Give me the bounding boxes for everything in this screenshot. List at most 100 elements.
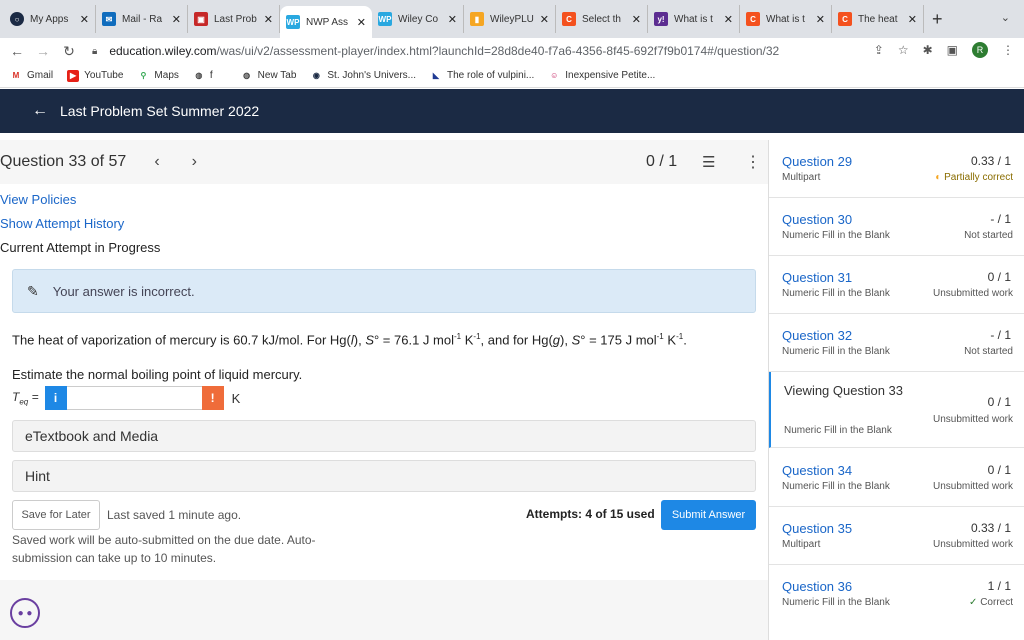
close-icon[interactable]: ✕: [264, 13, 273, 26]
bookmark-youtube[interactable]: ▶ YouTube: [67, 69, 123, 82]
close-icon[interactable]: ✕: [357, 16, 366, 29]
c-icon: C: [838, 12, 852, 26]
sidebar-item-question-34[interactable]: Question 34 Numeric Fill in the Blank 0 / …: [769, 449, 1024, 507]
close-icon[interactable]: ✕: [816, 13, 825, 26]
sidebar-item-question-36[interactable]: Question 36 Numeric Fill in the Blank 1 / …: [769, 565, 1024, 623]
ring-icon: ○: [10, 12, 24, 26]
tab-my-apps[interactable]: ○ My Apps ✕: [4, 5, 96, 33]
teq-label: Teq =: [12, 389, 39, 407]
sidebar-item-question-35[interactable]: Question 35 Multipart 0.33 / 1 Unsubmitted …: [769, 507, 1024, 565]
close-icon[interactable]: ✕: [80, 13, 89, 26]
mail-icon: ✉: [102, 12, 116, 26]
tab-mail[interactable]: ✉ Mail - Ra ✕: [96, 5, 188, 33]
last-saved-status: Last saved 1 minute ago.: [107, 508, 242, 522]
question-title: Question 33 of 57: [0, 153, 127, 170]
back-icon[interactable]: ←: [4, 43, 30, 59]
back-arrow-icon[interactable]: ←: [32, 102, 48, 120]
close-icon[interactable]: ✕: [632, 13, 641, 26]
hint-panel[interactable]: Hint: [12, 460, 756, 492]
cookie-icon[interactable]: ● ●: [10, 598, 40, 628]
attempt-history-link[interactable]: Show Attempt History: [0, 216, 124, 231]
tab-last-problem[interactable]: ▣ Last Prob ✕: [188, 5, 280, 33]
tab-wiley-co[interactable]: WP Wiley Co ✕: [372, 5, 464, 33]
tab-the-heat[interactable]: C The heat ✕: [832, 5, 924, 33]
url-field[interactable]: education.wiley.com/was/ui/v2/assessment…: [109, 44, 779, 58]
sidebar-item-question-30[interactable]: Question 30 Numeric Fill in the Blank - / …: [769, 198, 1024, 256]
face-icon: ☺: [550, 71, 559, 80]
wp-icon: WP: [286, 15, 300, 29]
list-icon[interactable]: ☰: [702, 153, 715, 171]
wp-icon: WP: [378, 12, 392, 26]
question-toolbar: Question 33 of 57 ‹ › 0 / 1 ☰ ⋮: [0, 140, 768, 184]
share-icon[interactable]: ⇪: [874, 43, 884, 57]
app-header: ← Last Problem Set Summer 2022: [0, 89, 1024, 133]
forward-icon[interactable]: →: [30, 43, 56, 59]
globe-icon: ◍: [243, 71, 251, 80]
bookmark-new-tab[interactable]: ◍ New Tab: [241, 70, 296, 82]
assignment-title[interactable]: Last Problem Set Summer 2022: [60, 103, 259, 119]
current-attempt-label: Current Attempt in Progress: [0, 240, 161, 255]
question-score: 0 / 1: [646, 153, 678, 170]
bookmark-f[interactable]: ◍ f: [193, 70, 212, 82]
wiley-icon: ▮: [470, 12, 484, 26]
close-icon[interactable]: ✕: [540, 13, 549, 26]
answer-input[interactable]: [66, 386, 202, 410]
close-icon[interactable]: ✕: [172, 13, 181, 26]
sidebar-item-question-31[interactable]: Question 31 Numeric Fill in the Blank 0 / …: [769, 256, 1024, 314]
half-circle-icon: ◐: [935, 172, 942, 183]
star-icon[interactable]: ☆: [898, 43, 909, 57]
triangle-icon: ◣: [432, 71, 440, 80]
pencil-icon: ✎: [27, 282, 39, 299]
gmail-icon: M: [12, 71, 20, 80]
menu-icon[interactable]: ⋮: [1002, 43, 1014, 57]
etextbook-panel[interactable]: eTextbook and Media: [12, 420, 756, 452]
chevron-down-icon[interactable]: ⌄: [1001, 11, 1010, 24]
question-prompt: Estimate the normal boiling point of liq…: [12, 367, 303, 382]
youtube-icon: ▶: [67, 69, 80, 82]
close-icon[interactable]: ✕: [724, 13, 733, 26]
tab-select[interactable]: C Select th ✕: [556, 5, 648, 33]
feedback-text: Your answer is incorrect.: [52, 283, 195, 299]
ring-icon: ◉: [312, 71, 320, 80]
browser-tab-strip: ○ My Apps ✕ ✉ Mail - Ra ✕ ▣ Last Prob ✕ WP NWP …: [0, 0, 1024, 38]
lock-icon: 🔒︎: [92, 45, 98, 57]
app-icon: ▣: [194, 12, 208, 26]
check-icon: ✓: [969, 597, 978, 608]
sidebar-item-question-32[interactable]: Question 32 Numeric Fill in the Blank - / …: [769, 314, 1024, 372]
chevron-left-icon[interactable]: ‹: [154, 153, 159, 171]
answer-row: Teq = i ! K: [12, 385, 240, 411]
sidebar-item-question-29[interactable]: Question 29 Multipart 0.33 / 1 ◐ Partially …: [769, 140, 1024, 198]
bookmark-petite[interactable]: ☺ Inexpensive Petite...: [548, 70, 655, 82]
attempts-count: Attempts: 4 of 15 used: [526, 507, 655, 521]
chevron-right-icon[interactable]: ›: [192, 153, 197, 171]
warning-icon[interactable]: !: [201, 386, 224, 410]
close-icon[interactable]: ✕: [908, 13, 917, 26]
close-icon[interactable]: ✕: [448, 13, 457, 26]
view-policies-link[interactable]: View Policies: [0, 192, 76, 207]
more-vertical-icon[interactable]: ⋮: [745, 152, 761, 172]
address-bar: ← → ↻ 🔒︎ education.wiley.com/was/ui/v2/a…: [0, 38, 1024, 64]
extensions-icon[interactable]: ✱: [923, 43, 933, 57]
maps-icon: ⚲: [140, 71, 147, 80]
unit-label: K: [231, 390, 241, 406]
tab-nwp-assessment[interactable]: WP NWP Ass ✕: [280, 6, 372, 38]
bookmark-maps[interactable]: ⚲ Maps: [137, 70, 178, 82]
bookmark-vulpini[interactable]: ◣ The role of vulpini...: [430, 70, 534, 82]
bookmark-gmail[interactable]: M Gmail: [10, 70, 53, 82]
avatar[interactable]: R: [972, 42, 988, 58]
reload-icon[interactable]: ↻: [56, 43, 82, 60]
sidepanel-icon[interactable]: ▣: [947, 43, 958, 57]
bookmark-st-johns[interactable]: ◉ St. John's Univers...: [310, 70, 416, 82]
footer-strip: [0, 580, 768, 640]
c-icon: C: [562, 12, 576, 26]
sidebar-item-question-33[interactable]: Viewing Question 33 Numeric Fill in the B…: [769, 372, 1024, 448]
tab-what-is-2[interactable]: C What is t ✕: [740, 5, 832, 33]
info-icon[interactable]: i: [44, 386, 67, 410]
globe-icon: ◍: [195, 71, 203, 80]
tab-what-is-1[interactable]: y! What is t ✕: [648, 5, 740, 33]
question-sidebar: Question 29 Multipart 0.33 / 1 ◐ Partially …: [768, 140, 1024, 640]
tab-wileyplus[interactable]: ▮ WileyPLU ✕: [464, 5, 556, 33]
submit-answer-button[interactable]: Submit Answer: [661, 500, 756, 530]
save-for-later-button[interactable]: Save for Later: [12, 500, 100, 530]
new-tab-button[interactable]: +: [932, 9, 954, 30]
